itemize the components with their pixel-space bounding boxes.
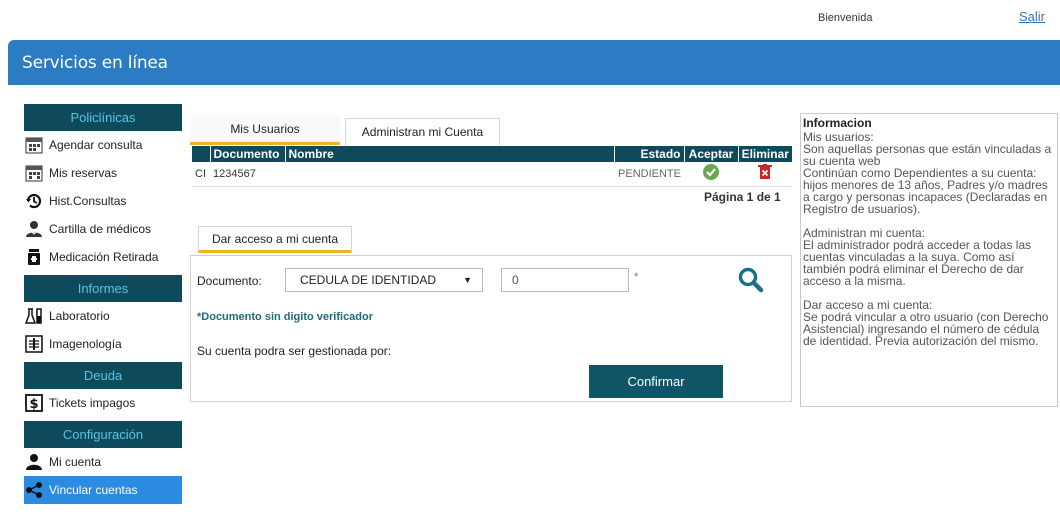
sidebar-item-cartilla-medicos[interactable]: Cartilla de médicos (24, 215, 182, 243)
sidebar-item-mis-reservas[interactable]: Mis reservas (24, 159, 182, 187)
sidebar-item-label: Agendar consulta (49, 138, 143, 152)
history-icon (24, 191, 44, 211)
banner: Servicios en línea (8, 40, 1060, 85)
sidebar-item-label: Cartilla de médicos (49, 222, 152, 236)
info-dar-acceso: Dar acceso a mi cuenta: Se podrá vincula… (803, 298, 1049, 348)
sidebar-section-configuracion: Configuración (24, 421, 182, 448)
col-nombre: Nombre (284, 146, 614, 162)
cell-tipo: CI (192, 162, 210, 187)
search-icon[interactable] (737, 266, 765, 294)
welcome-text: Bienvenida (818, 12, 873, 24)
top-bar: Bienvenida Salir (0, 0, 1060, 40)
sidebar-item-laboratorio[interactable]: Laboratorio (24, 302, 182, 330)
accept-icon[interactable] (702, 163, 720, 184)
cell-documento: 1234567 (210, 162, 285, 187)
svg-text:$: $ (29, 397, 38, 412)
info-administran: Administran mi cuenta: El administrador … (803, 226, 1032, 288)
document-label: Documento: (197, 274, 262, 288)
sidebar-item-hist-consultas[interactable]: Hist.Consultas (24, 187, 182, 215)
calendar-icon (24, 135, 44, 155)
info-title: Informacion (803, 116, 872, 130)
confirm-button[interactable]: Confirmar (589, 365, 723, 398)
sidebar: Policlínicas Agendar consulta Mis reserv… (24, 104, 182, 504)
col-type (192, 146, 210, 162)
sidebar-section-deuda: Deuda (24, 362, 182, 389)
sidebar-item-label: Laboratorio (49, 309, 110, 323)
managed-by-label: Su cuenta podra ser gestionada por: (197, 344, 392, 358)
info-panel: Informacion Mis usuarios: Son aquellas p… (800, 113, 1058, 407)
cell-nombre (285, 162, 614, 187)
calendar-icon (24, 163, 44, 183)
col-estado: Estado (613, 146, 684, 162)
pagination: Página 1 de 1 (704, 190, 781, 204)
document-number-input[interactable] (501, 268, 629, 292)
col-eliminar: Eliminar (737, 146, 792, 162)
access-form: Documento: CEDULA DE IDENTIDAD ▼ * *Docu… (190, 255, 792, 402)
lab-icon (24, 306, 44, 326)
caret-down-icon: ▼ (463, 275, 472, 285)
doctor-icon (24, 219, 44, 239)
table-row: CI 1234567 PENDIENTE (192, 162, 792, 187)
col-documento: Documento (209, 146, 285, 162)
info-mis-usuarios: Mis usuarios: Son aquellas personas que … (803, 130, 1052, 216)
tab-administran-mi-cuenta[interactable]: Administran mi Cuenta (345, 118, 500, 145)
sidebar-item-label: Vincular cuentas (49, 483, 138, 497)
col-aceptar: Aceptar (683, 146, 738, 162)
sidebar-item-label: Tickets impagos (49, 396, 136, 410)
ticket-icon: $ (24, 393, 44, 413)
sidebar-item-label: Imagenología (49, 337, 122, 351)
sidebar-item-medicacion-retirada[interactable]: Medicación Retirada (24, 243, 182, 271)
document-type-select[interactable]: CEDULA DE IDENTIDAD ▼ (285, 268, 483, 292)
sidebar-item-agendar-consulta[interactable]: Agendar consulta (24, 131, 182, 159)
logout-link[interactable]: Salir (1019, 9, 1045, 24)
user-icon (24, 452, 44, 472)
sidebar-item-tickets-impagos[interactable]: $ Tickets impagos (24, 389, 182, 417)
sidebar-item-imagenologia[interactable]: Imagenología (24, 330, 182, 358)
tab-dar-acceso[interactable]: Dar acceso a mi cuenta (198, 226, 352, 253)
sidebar-item-label: Mi cuenta (49, 455, 102, 469)
document-type-value: CEDULA DE IDENTIDAD (300, 273, 437, 287)
sidebar-section-informes: Informes (24, 275, 182, 302)
cell-estado: PENDIENTE (614, 162, 684, 187)
sidebar-item-label: Medicación Retirada (49, 250, 159, 264)
sidebar-item-label: Mis reservas (49, 166, 118, 180)
delete-icon[interactable] (758, 164, 772, 183)
document-note: *Documento sin digito verificador (197, 311, 374, 323)
sidebar-section-policlinicas: Policlínicas (24, 104, 182, 131)
sidebar-item-vincular-cuentas[interactable]: Vincular cuentas (24, 476, 182, 504)
medication-icon (24, 247, 44, 267)
sidebar-item-mi-cuenta[interactable]: Mi cuenta (24, 448, 182, 476)
page-title: Servicios en línea (22, 53, 168, 73)
sidebar-item-label: Hist.Consultas (49, 194, 127, 208)
table-header-row: Documento Nombre Estado Aceptar Eliminar (192, 146, 792, 162)
users-table: Documento Nombre Estado Aceptar Eliminar… (192, 146, 792, 187)
xray-icon (24, 334, 44, 354)
share-icon (24, 480, 44, 500)
required-marker: * (634, 271, 639, 283)
tab-mis-usuarios[interactable]: Mis Usuarios (190, 115, 340, 145)
